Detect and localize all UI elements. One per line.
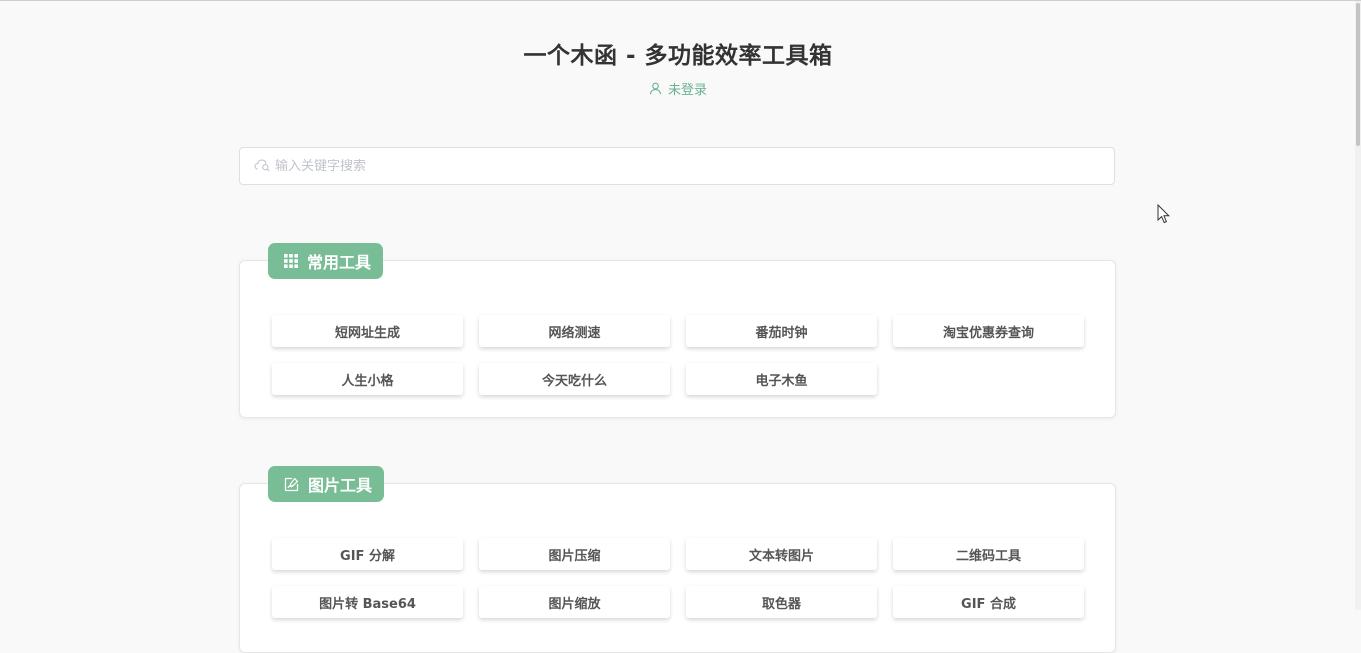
tool-button[interactable]: 网络测速: [479, 315, 670, 347]
image-edit-icon: [284, 477, 299, 492]
section-image-tools: GIF 分解 图片压缩 文本转图片 二维码工具 图片转 Base64 图片缩放 …: [239, 483, 1116, 653]
tool-button[interactable]: 二维码工具: [893, 538, 1084, 570]
page-title: 一个木函 - 多功能效率工具箱: [523, 43, 833, 69]
user-icon: [649, 82, 662, 95]
tool-button[interactable]: 电子木鱼: [686, 363, 877, 395]
tool-button[interactable]: 图片缩放: [479, 586, 670, 618]
top-border: [0, 0, 1361, 1]
tool-button[interactable]: 图片压缩: [479, 538, 670, 570]
tool-button[interactable]: 文本转图片: [686, 538, 877, 570]
section-title-label: 常用工具: [307, 253, 372, 272]
tool-button[interactable]: 取色器: [686, 586, 877, 618]
search-box[interactable]: [239, 147, 1115, 185]
tool-button[interactable]: 图片转 Base64: [272, 586, 463, 618]
tool-button[interactable]: 淘宝优惠券查询: [893, 315, 1084, 347]
tool-button[interactable]: GIF 合成: [893, 586, 1084, 618]
cloud-search-icon: [254, 157, 271, 176]
section-title-common-tools: 常用工具: [268, 243, 384, 279]
grid-icon: [284, 254, 298, 268]
login-status-label: 未登录: [667, 83, 707, 98]
section-title-label: 图片工具: [308, 476, 373, 495]
section-title-image-tools: 图片工具: [268, 466, 385, 502]
login-status[interactable]: 未登录: [0, 79, 1356, 98]
search-input[interactable]: [275, 158, 1095, 174]
tool-button[interactable]: 今天吃什么: [479, 363, 670, 395]
mouse-cursor-icon: [1157, 203, 1171, 228]
scrollbar-thumb[interactable]: [1356, 3, 1360, 146]
tool-button[interactable]: 人生小格: [272, 363, 463, 395]
tool-button[interactable]: 番茄时钟: [686, 315, 877, 347]
section-common-tools: 短网址生成 网络测速 番茄时钟 淘宝优惠券查询 人生小格 今天吃什么 电子木鱼: [239, 260, 1116, 418]
tool-button[interactable]: GIF 分解: [272, 538, 463, 570]
tool-grid: GIF 分解 图片压缩 文本转图片 二维码工具 图片转 Base64 图片缩放 …: [272, 538, 1084, 618]
tool-button[interactable]: 短网址生成: [272, 315, 463, 347]
tool-grid: 短网址生成 网络测速 番茄时钟 淘宝优惠券查询 人生小格 今天吃什么 电子木鱼: [272, 315, 1084, 395]
